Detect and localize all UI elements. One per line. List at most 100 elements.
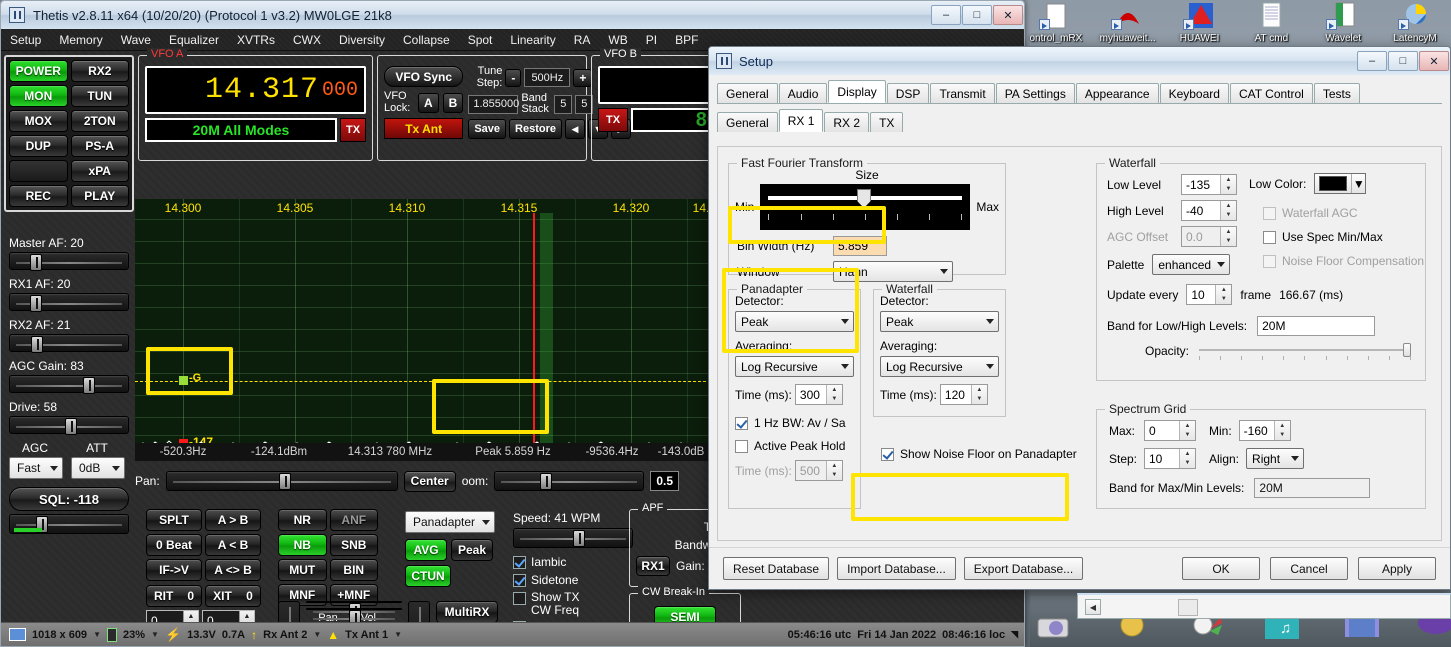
one-hz-bw-checkbox[interactable]: 1 Hz BW: Av / Sa <box>735 416 854 430</box>
bin-width-value[interactable]: 5.859 <box>833 236 887 256</box>
mox-button[interactable]: MOX <box>9 110 68 132</box>
show-noise-floor-checkbox[interactable]: Show Noise Floor on Panadapter <box>881 447 1077 461</box>
vfo-a-frequency-display[interactable]: 14.317 000 <box>145 66 366 114</box>
desktop-icon-huawei[interactable]: HUAWEI <box>1164 0 1236 50</box>
if-to-vfo-button[interactable]: IF->V <box>146 559 202 581</box>
cw-speed-slider[interactable] <box>513 528 633 548</box>
vfo-lock-a-button[interactable]: A <box>418 92 439 113</box>
att-combo[interactable]: 0dB <box>71 457 125 479</box>
mute-button[interactable]: MUT <box>278 559 327 581</box>
menu-setup[interactable]: Setup <box>1 31 50 49</box>
avg-button[interactable]: AVG <box>405 539 447 561</box>
menu-collapse[interactable]: Collapse <box>394 31 459 49</box>
cancel-button[interactable]: Cancel <box>1270 557 1348 580</box>
sidetone-checkbox[interactable]: Sidetone <box>513 573 633 587</box>
vfo-b-frequency-display[interactable] <box>598 66 724 104</box>
a-to-b-button[interactable]: A > B <box>205 509 261 531</box>
tab-general[interactable]: General <box>717 83 778 103</box>
subtab-general[interactable]: General <box>717 112 778 132</box>
save-button[interactable]: Save <box>468 119 507 140</box>
dup-button[interactable]: DUP <box>9 135 68 157</box>
waterfall-time-spinner[interactable]: 120 ▲ ▼ <box>939 384 988 405</box>
zero-beat-button[interactable]: 0 Beat <box>146 534 202 556</box>
tab-keyboard[interactable]: Keyboard <box>1159 83 1229 103</box>
vfo-lock-b-button[interactable]: B <box>442 92 464 113</box>
setup-minimize-button[interactable]: – <box>1357 51 1387 71</box>
vfo-a-tx-indicator[interactable]: TX <box>340 118 366 142</box>
iambic-checkbox[interactable]: Iambic <box>513 555 633 569</box>
agc-mode-combo[interactable]: Fast <box>9 457 63 479</box>
spectrum-min-spinner[interactable]: -160 ▲ ▼ <box>1238 420 1291 441</box>
rit-button[interactable]: RIT 0 <box>146 585 202 607</box>
nr-button[interactable]: NR <box>278 509 327 531</box>
thetis-minimize-button[interactable]: – <box>931 5 961 25</box>
tx-ant-dropdown-icon[interactable]: ▼ <box>394 630 402 639</box>
b-to-a-button[interactable]: A < B <box>205 534 261 556</box>
high-level-spinner[interactable]: -40 ▲ ▼ <box>1181 200 1237 221</box>
menu-wb[interactable]: WB <box>599 31 636 49</box>
a-swap-b-button[interactable]: A <> B <box>205 559 261 581</box>
band-stack-value-1[interactable]: 5 <box>554 94 573 114</box>
apf-rx1-button[interactable]: RX1 <box>636 556 670 576</box>
restore-button[interactable]: Restore <box>509 119 563 140</box>
low-color-button[interactable]: ▼ <box>1314 173 1367 194</box>
update-every-spinner[interactable]: 10 ▲ ▼ <box>1186 284 1233 305</box>
desktop-icon-control-mrx[interactable]: ontrol_mRX <box>1020 0 1092 50</box>
two-tone-button[interactable]: 2TON <box>70 110 129 132</box>
tab-cat-control[interactable]: CAT Control <box>1229 83 1313 103</box>
spectrum-step-arrows[interactable]: ▲ ▼ <box>1179 449 1195 468</box>
tab-display[interactable]: Display <box>828 80 886 103</box>
ps-a-button[interactable]: PS-A <box>70 135 129 157</box>
fft-size-trackbar[interactable] <box>760 184 971 230</box>
tune-step-increment-button[interactable]: + <box>573 68 593 87</box>
panadapter-display[interactable]: 14.300 14.305 14.310 14.315 14.320 14. -… <box>135 199 711 461</box>
chevron-down-icon[interactable]: ▼ <box>1351 174 1365 193</box>
spectrum-max-arrows[interactable]: ▲ ▼ <box>1179 421 1195 440</box>
nb-button[interactable]: NB <box>278 534 327 556</box>
drive-slider[interactable] <box>9 416 129 435</box>
rx1-af-slider[interactable] <box>9 293 129 312</box>
palette-combo[interactable]: enhanced <box>1152 254 1231 275</box>
waterfall-agc-checkbox[interactable]: Waterfall AGC <box>1263 206 1358 220</box>
rx2-button[interactable]: RX2 <box>70 60 129 82</box>
high-level-arrows[interactable]: ▲ ▼ <box>1220 201 1236 220</box>
band-previous-icon[interactable]: ◀ <box>565 119 586 140</box>
show-tx-cw-freq-checkbox[interactable]: Show TX CW Freq <box>513 591 633 616</box>
mon-button[interactable]: MON <box>9 85 68 107</box>
menu-bpf[interactable]: BPF <box>666 31 707 49</box>
desktop-icon-at-cmd[interactable]: AT cmd <box>1235 0 1307 50</box>
active-peak-hold-checkbox[interactable]: Active Peak Hold <box>735 439 854 453</box>
setup-maximize-button[interactable]: □ <box>1388 51 1418 71</box>
vfo-a-band-mode[interactable]: 20M All Modes <box>145 118 337 142</box>
menu-equalizer[interactable]: Equalizer <box>160 31 228 49</box>
low-level-spinner[interactable]: -135 ▲ ▼ <box>1181 174 1237 195</box>
power-button[interactable]: POWER <box>9 60 68 82</box>
anf-button[interactable]: ANF <box>329 509 378 531</box>
reset-database-button[interactable]: Reset Database <box>723 557 830 580</box>
cpu-dropdown-icon[interactable]: ▼ <box>151 630 159 639</box>
panadapter-averaging-combo[interactable]: Log Recursive <box>735 356 854 377</box>
agc-gain-slider[interactable] <box>9 375 129 394</box>
panadapter-tune-line[interactable] <box>533 213 535 443</box>
desktop-icon-latencymon[interactable]: LatencyM <box>1379 0 1451 50</box>
play-button[interactable]: PLAY <box>70 185 129 207</box>
apply-button[interactable]: Apply <box>1358 557 1436 580</box>
tab-audio[interactable]: Audio <box>778 83 828 103</box>
ctun-button[interactable]: CTUN <box>405 565 451 587</box>
menu-spot[interactable]: Spot <box>459 31 502 49</box>
tune-step-decrement-button[interactable]: - <box>505 68 522 87</box>
desktop-icon-wavelet[interactable]: Wavelet <box>1307 0 1379 50</box>
zoom-slider[interactable] <box>494 471 645 491</box>
menu-pi[interactable]: PI <box>637 31 666 49</box>
subtab-rx2[interactable]: RX 2 <box>824 112 870 132</box>
desktop-icon-myhuawei[interactable]: myhuaweit... <box>1092 0 1164 50</box>
tab-appearance[interactable]: Appearance <box>1075 83 1159 103</box>
rx-ant-dropdown-icon[interactable]: ▼ <box>313 630 321 639</box>
spectrum-step-spinner[interactable]: 10 ▲ ▼ <box>1144 448 1196 469</box>
tx-ant-button[interactable]: Tx Ant <box>384 118 464 140</box>
vfo-b-tx-indicator[interactable]: TX <box>598 108 628 132</box>
resolution-dropdown-icon[interactable]: ▼ <box>93 630 101 639</box>
multirx-button[interactable]: MultiRX <box>436 601 498 623</box>
xpa-button[interactable]: xPA <box>70 160 129 182</box>
pan-slider[interactable] <box>165 471 398 491</box>
